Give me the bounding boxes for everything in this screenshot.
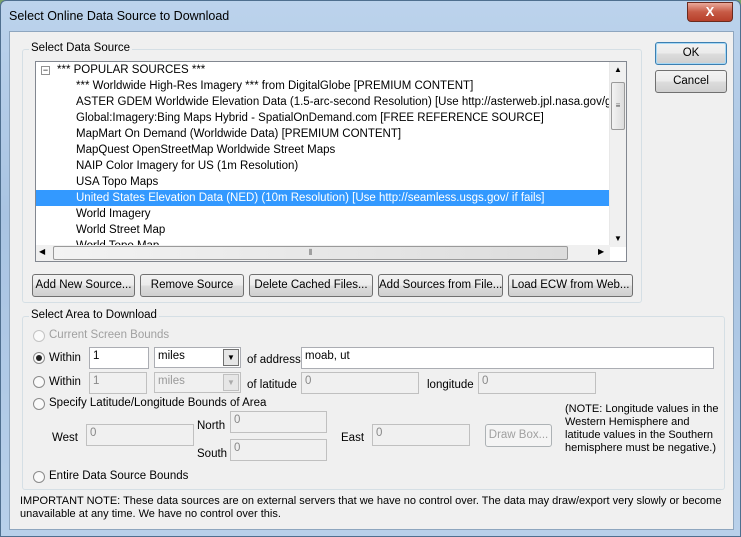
scroll-right-icon[interactable]: ▶ [598, 247, 604, 256]
within-latlon-radio[interactable] [33, 376, 45, 388]
load-ecw-button[interactable]: Load ECW from Web... [508, 274, 633, 297]
dialog-window: Select Online Data Source to Download X … [0, 0, 741, 537]
east-label: East [341, 432, 365, 444]
scroll-up-icon[interactable]: ▲ [614, 65, 622, 74]
chevron-down-icon[interactable]: ▼ [223, 374, 239, 391]
data-source-group: Select Data Source − *** POPULAR SOURCES… [22, 42, 642, 303]
north-input[interactable]: 0 [230, 411, 327, 433]
latlon-units-value: miles [158, 375, 185, 387]
data-source-item[interactable]: United States Elevation Data (NED) (10m … [36, 190, 610, 206]
west-input[interactable]: 0 [86, 424, 194, 446]
window-title: Select Online Data Source to Download [9, 9, 230, 23]
within-latlon-label: Within [49, 376, 81, 388]
horizontal-scrollbar[interactable]: ◀ ⦀ ▶ [36, 245, 610, 261]
latitude-input[interactable]: 0 [301, 372, 419, 394]
vertical-scrollbar[interactable]: ▲ ≡ ▼ [609, 62, 626, 247]
hscroll-thumb[interactable]: ⦀ [53, 246, 568, 260]
data-source-item[interactable]: ASTER GDEM Worldwide Elevation Data (1.5… [76, 94, 626, 110]
data-source-item[interactable]: *** Worldwide High-Res Imagery *** from … [76, 78, 473, 94]
data-source-item[interactable]: NAIP Color Imagery for US (1m Resolution… [76, 158, 298, 174]
negative-values-note: (NOTE: Longitude values in the Western H… [565, 403, 719, 454]
important-note: IMPORTANT NOTE: These data sources are o… [20, 495, 722, 520]
of-address-label: of address [247, 354, 301, 366]
latlon-distance-input[interactable]: 1 [89, 372, 147, 394]
units-select[interactable]: miles ▼ [154, 347, 241, 368]
of-latitude-label: of latitude [247, 379, 297, 391]
data-source-item[interactable]: MapMart On Demand (Worldwide Data) [PREM… [76, 126, 401, 142]
ok-button[interactable]: OK [655, 42, 727, 65]
dialog-client: Select Data Source − *** POPULAR SOURCES… [9, 31, 734, 530]
collapse-icon[interactable]: − [41, 66, 50, 75]
area-group: Select Area to Download Current Screen B… [22, 309, 725, 490]
within-address-radio[interactable] [33, 352, 45, 364]
area-group-label: Select Area to Download [29, 309, 159, 321]
specify-bounds-radio[interactable] [33, 398, 45, 410]
add-new-source-button[interactable]: Add New Source... [32, 274, 135, 297]
data-source-item[interactable]: USA Topo Maps [76, 174, 158, 190]
specify-bounds-label: Specify Latitude/Longitude Bounds of Are… [49, 397, 267, 409]
within-address-label: Within [49, 352, 81, 364]
close-button[interactable]: X [687, 2, 733, 22]
entire-bounds-label: Entire Data Source Bounds [49, 470, 189, 482]
south-label: South [197, 448, 228, 460]
data-source-tree[interactable]: − *** POPULAR SOURCES *** *** Worldwide … [35, 61, 627, 262]
scroll-thumb[interactable]: ≡ [611, 82, 625, 130]
current-screen-label: Current Screen Bounds [49, 329, 170, 341]
remove-source-button[interactable]: Remove Source [140, 274, 244, 297]
east-input[interactable]: 0 [372, 424, 470, 446]
data-source-item[interactable]: World Imagery [76, 206, 151, 222]
data-source-item[interactable]: World Street Map [76, 222, 165, 238]
chevron-down-icon[interactable]: ▼ [223, 349, 239, 366]
data-source-item[interactable]: Global:Imagery:Bing Maps Hybrid - Spatia… [76, 110, 544, 126]
longitude-input[interactable]: 0 [478, 372, 596, 394]
units-value: miles [158, 350, 185, 362]
latlon-units-select[interactable]: miles ▼ [154, 372, 241, 393]
tree-root[interactable]: *** POPULAR SOURCES *** [57, 62, 205, 78]
north-label: North [197, 420, 226, 432]
scroll-left-icon[interactable]: ◀ [39, 247, 45, 256]
data-source-group-label: Select Data Source [29, 42, 133, 54]
add-sources-from-file-button[interactable]: Add Sources from File... [378, 274, 503, 297]
cancel-button[interactable]: Cancel [655, 70, 727, 93]
data-source-item[interactable]: MapQuest OpenStreetMap Worldwide Street … [76, 142, 335, 158]
west-label: West [52, 432, 78, 444]
draw-box-button[interactable]: Draw Box... [485, 424, 552, 447]
current-screen-radio[interactable] [33, 330, 45, 342]
distance-input[interactable]: 1 [89, 347, 149, 369]
delete-cached-files-button[interactable]: Delete Cached Files... [249, 274, 373, 297]
address-input[interactable]: moab, ut [301, 347, 714, 369]
south-input[interactable]: 0 [230, 439, 327, 461]
entire-bounds-radio[interactable] [33, 471, 45, 483]
longitude-label: longitude [427, 379, 474, 391]
scroll-down-icon[interactable]: ▼ [614, 234, 622, 243]
